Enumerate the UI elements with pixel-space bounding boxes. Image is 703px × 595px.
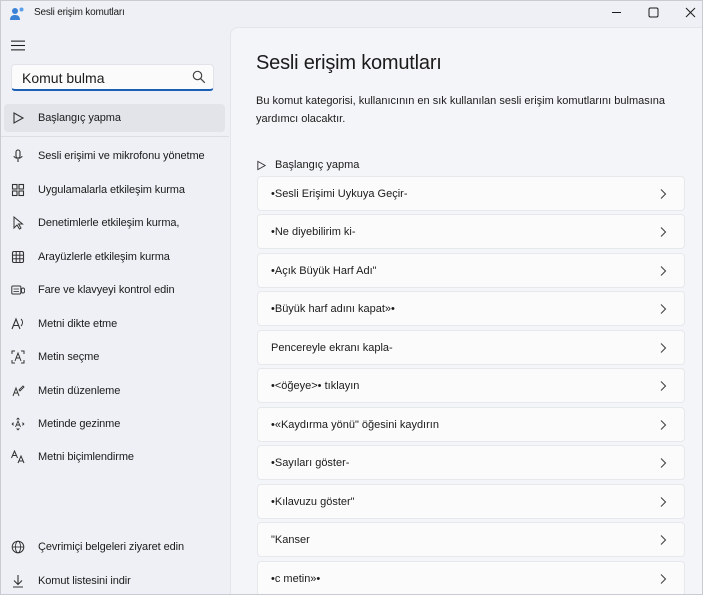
globe-icon — [10, 539, 26, 555]
maximize-button[interactable] — [636, 1, 670, 23]
sidebar-item-interfaces[interactable]: Arayüzlerle etkileşim kurma — [4, 243, 225, 271]
sidebar-item-edit-text[interactable]: Metin düzenleme — [4, 377, 225, 405]
navigate-text-icon — [10, 416, 26, 432]
chevron-right-icon — [660, 343, 667, 353]
search-input[interactable] — [22, 68, 187, 87]
chevron-right-icon — [660, 227, 667, 237]
command-label: •«Kaydırma yönü" öğesini kaydırın — [271, 419, 439, 431]
command-row[interactable]: •c metin»• — [257, 561, 685, 594]
command-label: •<öğeye>• tıklayın — [271, 380, 360, 392]
format-text-icon — [10, 449, 26, 465]
chevron-right-icon — [660, 497, 667, 507]
section-title: Başlangıç yapma — [275, 159, 360, 171]
command-label: •Büyük harf adını kapat»• — [271, 303, 395, 315]
sidebar-item-label: Denetimlerle etkileşim kurma, — [38, 217, 180, 229]
sidebar-item-label: Fare ve klavyeyi kontrol edin — [38, 284, 175, 296]
sidebar-item-label: Metin seçme — [38, 351, 100, 363]
page-title: Sesli erişim komutları — [256, 52, 442, 74]
command-label: •Kılavuzu göster" — [271, 496, 355, 508]
apps-icon — [10, 182, 26, 198]
sidebar-item-label: Metni dikte etme — [38, 318, 118, 330]
close-icon — [685, 7, 695, 17]
section-header: Başlangıç yapma — [256, 158, 359, 172]
command-label: "Kanser — [271, 534, 310, 546]
sidebar-item-label: Arayüzlerle etkileşim kurma — [38, 251, 170, 263]
command-label: •Sayıları göster- — [271, 457, 350, 469]
search-box — [11, 64, 214, 91]
microphone-icon — [10, 148, 26, 164]
app-window: Sesli erişim komutları Komut bulma Başla… — [0, 0, 703, 595]
sidebar-item-label: Başlangıç yapma — [38, 112, 121, 124]
command-row[interactable]: •Açık Büyük Harf Adı" — [257, 253, 685, 288]
sidebar: Başlangıç yapma Sesli erişimi ve mikrofo… — [1, 27, 229, 594]
sidebar-item-label: Uygulamalarla etkileşim kurma — [38, 184, 185, 196]
maximize-icon — [648, 7, 658, 17]
command-row[interactable]: "Kanser — [257, 522, 685, 557]
sidebar-item-navigate-text[interactable]: Metinde gezinme — [4, 410, 225, 438]
sidebar-item-label: Sesli erişimi ve mikrofonu yönetme — [38, 150, 205, 162]
main-content: Sesli erişim komutları Bu komut kategori… — [230, 27, 702, 594]
close-button[interactable] — [673, 1, 702, 23]
grid-icon — [10, 249, 26, 265]
command-row[interactable]: •Büyük harf adını kapat»• — [257, 291, 685, 326]
sidebar-item-label: Metinde gezinme — [38, 418, 121, 430]
command-label: Pencereyle ekranı kapla- — [271, 342, 393, 354]
sidebar-item-select-text[interactable]: Metin seçme — [4, 343, 225, 371]
sidebar-item-controls[interactable]: Denetimlerle etkileşim kurma, — [4, 209, 225, 237]
chevron-right-icon — [660, 304, 667, 314]
play-icon — [256, 159, 268, 171]
minimize-button[interactable] — [599, 1, 633, 23]
keyboard-mouse-icon — [10, 282, 26, 298]
title-bar: Sesli erişim komutları — [1, 1, 702, 27]
chevron-right-icon — [660, 189, 667, 199]
command-row[interactable]: •Kılavuzu göster" — [257, 484, 685, 519]
sidebar-divider — [1, 136, 229, 137]
sidebar-item-microphone[interactable]: Sesli erişimi ve mikrofonu yönetme — [4, 142, 225, 170]
window-title: Sesli erişim komutları — [34, 7, 125, 18]
command-label: •Ne diyebilirim ki- — [271, 226, 356, 238]
sidebar-item-getting-started[interactable]: Başlangıç yapma — [4, 104, 225, 132]
app-people-icon — [9, 6, 25, 22]
command-row[interactable]: •Ne diyebilirim ki- — [257, 214, 685, 249]
sidebar-item-dictate[interactable]: Metni dikte etme — [4, 310, 225, 338]
sidebar-item-apps[interactable]: Uygulamalarla etkileşim kurma — [4, 176, 225, 204]
command-row[interactable]: •Sesli Erişimi Uykuya Geçir- — [257, 176, 685, 211]
menu-toggle-button[interactable] — [8, 37, 28, 53]
hamburger-icon — [11, 40, 25, 50]
chevron-right-icon — [660, 458, 667, 468]
sidebar-link-download-list[interactable]: Komut listesini indir — [4, 567, 225, 594]
minimize-icon — [611, 11, 621, 13]
download-icon — [10, 573, 26, 589]
dictate-icon — [10, 316, 26, 332]
chevron-right-icon — [660, 535, 667, 545]
page-description: Bu komut kategorisi, kullanıcının en sık… — [256, 95, 666, 125]
command-label: •Açık Büyük Harf Adı" — [271, 265, 377, 277]
sidebar-item-label: Metni biçimlendirme — [38, 451, 134, 463]
sidebar-item-label: Komut listesini indir — [38, 575, 131, 587]
edit-text-icon — [10, 383, 26, 399]
play-icon — [10, 110, 26, 126]
chevron-right-icon — [660, 420, 667, 430]
sidebar-item-label: Metin düzenleme — [38, 385, 121, 397]
sidebar-link-online-docs[interactable]: Çevrimiçi belgeleri ziyaret edin — [4, 533, 225, 561]
command-row[interactable]: •Sayıları göster- — [257, 445, 685, 480]
command-label: •c metin»• — [271, 573, 321, 585]
command-row[interactable]: •<öğeye>• tıklayın — [257, 368, 685, 403]
select-text-icon — [10, 349, 26, 365]
chevron-right-icon — [660, 574, 667, 584]
cursor-icon — [10, 215, 26, 231]
sidebar-item-format-text[interactable]: Metni biçimlendirme — [4, 443, 225, 471]
command-row[interactable]: Pencereyle ekranı kapla- — [257, 330, 685, 365]
sidebar-item-label: Çevrimiçi belgeleri ziyaret edin — [38, 541, 184, 553]
chevron-right-icon — [660, 266, 667, 276]
command-label: •Sesli Erişimi Uykuya Geçir- — [271, 188, 408, 200]
sidebar-item-mouse-keyboard[interactable]: Fare ve klavyeyi kontrol edin — [4, 276, 225, 304]
command-row[interactable]: •«Kaydırma yönü" öğesini kaydırın — [257, 407, 685, 442]
search-icon[interactable] — [192, 70, 206, 84]
chevron-right-icon — [660, 381, 667, 391]
